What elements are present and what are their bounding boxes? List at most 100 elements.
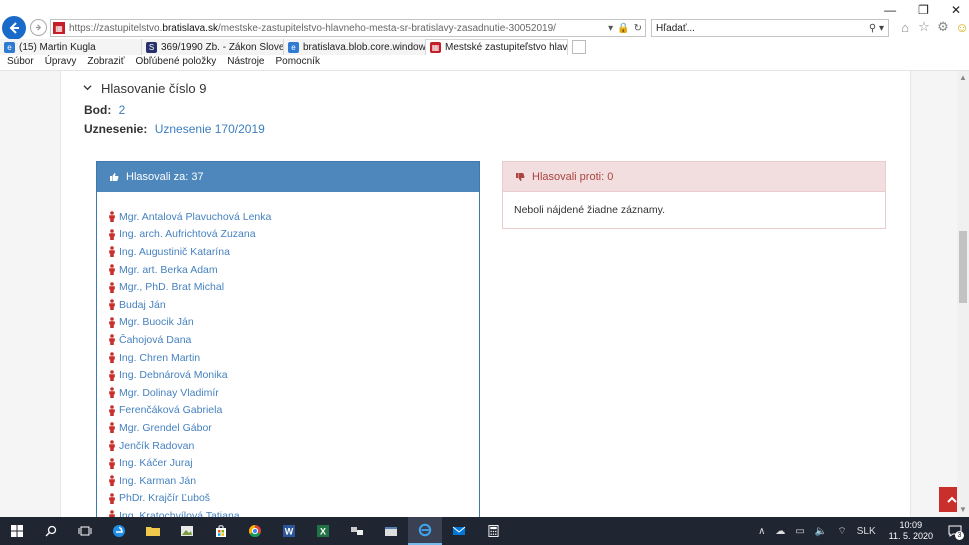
- refresh-icon[interactable]: ↻: [634, 23, 642, 34]
- person-icon: [109, 352, 115, 364]
- vote-section-toggle[interactable]: Hlasovanie číslo 9: [83, 81, 207, 96]
- person-icon: [109, 510, 115, 517]
- scrollbar-thumb[interactable]: [959, 231, 967, 303]
- voter-item: Mgr. art. Berka Adam: [108, 261, 271, 279]
- vertical-scrollbar[interactable]: ▲ ▼: [957, 71, 969, 517]
- voter-item: Ing. arch. Aufrichtová Zuzana: [108, 226, 271, 244]
- voter-link[interactable]: Čahojová Dana: [119, 334, 191, 346]
- menu-oblubene[interactable]: Obľúbené položky: [135, 56, 216, 70]
- windows-app-icon: [385, 527, 397, 536]
- lock-icon[interactable]: 🔒: [617, 23, 629, 34]
- voter-link[interactable]: Mgr., PhD. Brat Michal: [119, 281, 224, 293]
- smiley-feedback-icon[interactable]: ☺: [955, 20, 969, 35]
- taskbar-store[interactable]: [204, 517, 238, 545]
- voter-link[interactable]: Budaj Ján: [119, 299, 166, 311]
- search-icon[interactable]: ⚲ ▾: [869, 23, 888, 34]
- voted-for-header: Hlasovali za: 37: [97, 162, 479, 192]
- address-input[interactable]: ▦ https://zastupitelstvo.bratislava.sk/m…: [50, 19, 646, 37]
- voter-link[interactable]: Mgr. Dolinay Vladimír: [119, 387, 219, 399]
- action-center-button[interactable]: 3: [941, 517, 969, 545]
- person-icon: [109, 317, 115, 328]
- restore-icon[interactable]: ❐: [918, 3, 929, 17]
- task-view-button[interactable]: [68, 517, 102, 545]
- scroll-down-arrow-icon[interactable]: ▼: [959, 505, 967, 515]
- favorites-star-icon[interactable]: ☆: [917, 19, 931, 34]
- no-records-text: Neboli nájdené žiadne záznamy.: [514, 204, 665, 216]
- task-view-icon: [78, 526, 92, 536]
- taskbar-mail[interactable]: [442, 517, 476, 545]
- battery-icon[interactable]: ▭: [795, 526, 804, 537]
- browser-tab-icon: e: [288, 41, 299, 53]
- address-bar-row: ▦ https://zastupitelstvo.bratislava.sk/m…: [0, 0, 969, 40]
- voter-link[interactable]: Ing. Karman Ján: [119, 475, 196, 487]
- wifi-icon[interactable]: ⌔: [837, 525, 846, 538]
- voter-link[interactable]: Ing. Kratochvílová Tatiana: [119, 510, 240, 517]
- browser-tab-icon: e: [4, 41, 15, 53]
- voter-link[interactable]: PhDr. Krajčír Ľuboš: [119, 492, 210, 504]
- volume-icon[interactable]: 🔈: [815, 526, 827, 537]
- bod-link[interactable]: 2: [119, 103, 126, 117]
- dropdown-arrow-icon[interactable]: ▾: [608, 23, 613, 34]
- voter-item: Mgr. Antalová Plavuchová Lenka: [108, 208, 271, 226]
- person-icon: [109, 457, 115, 469]
- voter-link[interactable]: Ing. Augustinič Katarína: [119, 246, 230, 258]
- language-indicator[interactable]: SLK: [857, 526, 876, 537]
- clock[interactable]: 10:09 11. 5. 2020: [889, 520, 933, 542]
- uznesenie-link[interactable]: Uznesenie 170/2019: [155, 122, 265, 136]
- system-tray: ∧ ☁ ▭ 🔈 ⌔ SLK 10:09 11. 5. 2020 3: [753, 517, 969, 545]
- start-button[interactable]: [0, 517, 34, 545]
- forward-button[interactable]: [30, 19, 47, 36]
- voter-link[interactable]: Mgr. Grendel Gábor: [119, 422, 212, 434]
- tab-blob[interactable]: e bratislava.blob.core.windows.n...: [284, 39, 426, 55]
- taskbar-chrome[interactable]: [238, 517, 272, 545]
- taskbar-edge[interactable]: [102, 517, 136, 545]
- tab-mestske-zastupitelstvo[interactable]: ▦ Mestské zastupiteľstvo hlav... ✕: [426, 39, 568, 55]
- taskbar-internet-explorer[interactable]: [408, 517, 442, 545]
- voter-link[interactable]: Jenčík Radovan: [119, 440, 194, 452]
- voter-link[interactable]: Mgr. Antalová Plavuchová Lenka: [119, 211, 271, 223]
- voter-item: Mgr. Grendel Gábor: [108, 419, 271, 437]
- close-icon[interactable]: ✕: [951, 3, 961, 17]
- voter-link[interactable]: Ing. arch. Aufrichtová Zuzana: [119, 228, 256, 240]
- taskbar-photos[interactable]: [170, 517, 204, 545]
- menu-zobrazit[interactable]: Zobraziť: [87, 56, 124, 70]
- back-button[interactable]: [2, 16, 26, 40]
- voter-link[interactable]: Ing. Káčer Juraj: [119, 457, 193, 469]
- site-favicon-icon: ▦: [430, 42, 441, 53]
- network-computers-icon: [351, 527, 363, 535]
- menu-nastroje[interactable]: Nástroje: [227, 56, 264, 70]
- tab-martin-kugla[interactable]: e (15) Martin Kugla: [0, 39, 142, 55]
- store-bag-icon: [216, 525, 226, 537]
- voted-for-title: Hlasovali za: 37: [126, 171, 204, 183]
- taskbar-file-explorer[interactable]: [136, 517, 170, 545]
- site-favicon-icon: ▦: [53, 22, 65, 34]
- voter-link[interactable]: Ing. Debnárová Monika: [119, 369, 228, 381]
- taskbar-word[interactable]: W: [272, 517, 306, 545]
- taskbar-search-button[interactable]: [34, 517, 68, 545]
- new-tab-button[interactable]: [572, 40, 586, 54]
- home-icon[interactable]: ⌂: [898, 20, 912, 35]
- taskbar-window-app[interactable]: [374, 517, 408, 545]
- search-input[interactable]: Hľadať... ⚲ ▾: [651, 19, 889, 37]
- menu-subor[interactable]: Súbor: [7, 56, 34, 70]
- minimize-icon[interactable]: —: [884, 3, 896, 17]
- gear-icon[interactable]: ⚙: [936, 19, 950, 34]
- chevron-up-icon[interactable]: ∧: [758, 526, 765, 537]
- voter-list: Mgr. Antalová Plavuchová Lenka Ing. arch.…: [108, 208, 271, 517]
- bod-row: Bod: 2: [84, 103, 125, 117]
- tab-zakon[interactable]: S 369/1990 Zb. - Zákon Slovensk...: [142, 39, 284, 55]
- taskbar-calculator[interactable]: [476, 517, 510, 545]
- voter-link[interactable]: Ferenčáková Gabriela: [119, 404, 222, 416]
- taskbar-excel[interactable]: X: [306, 517, 340, 545]
- menu-upravy[interactable]: Úpravy: [45, 56, 77, 70]
- person-icon: [109, 299, 115, 311]
- voter-link[interactable]: Mgr. art. Berka Adam: [119, 264, 218, 276]
- person-icon: [109, 334, 115, 346]
- scroll-up-arrow-icon[interactable]: ▲: [959, 73, 967, 83]
- voter-link[interactable]: Mgr. Buocik Ján: [119, 316, 194, 328]
- cloud-icon[interactable]: ☁: [775, 526, 785, 537]
- voter-link[interactable]: Ing. Chren Martin: [119, 352, 200, 364]
- voter-item: Ing. Chren Martin: [108, 349, 271, 367]
- taskbar-network-app[interactable]: [340, 517, 374, 545]
- menu-pomocnik[interactable]: Pomocník: [275, 56, 319, 70]
